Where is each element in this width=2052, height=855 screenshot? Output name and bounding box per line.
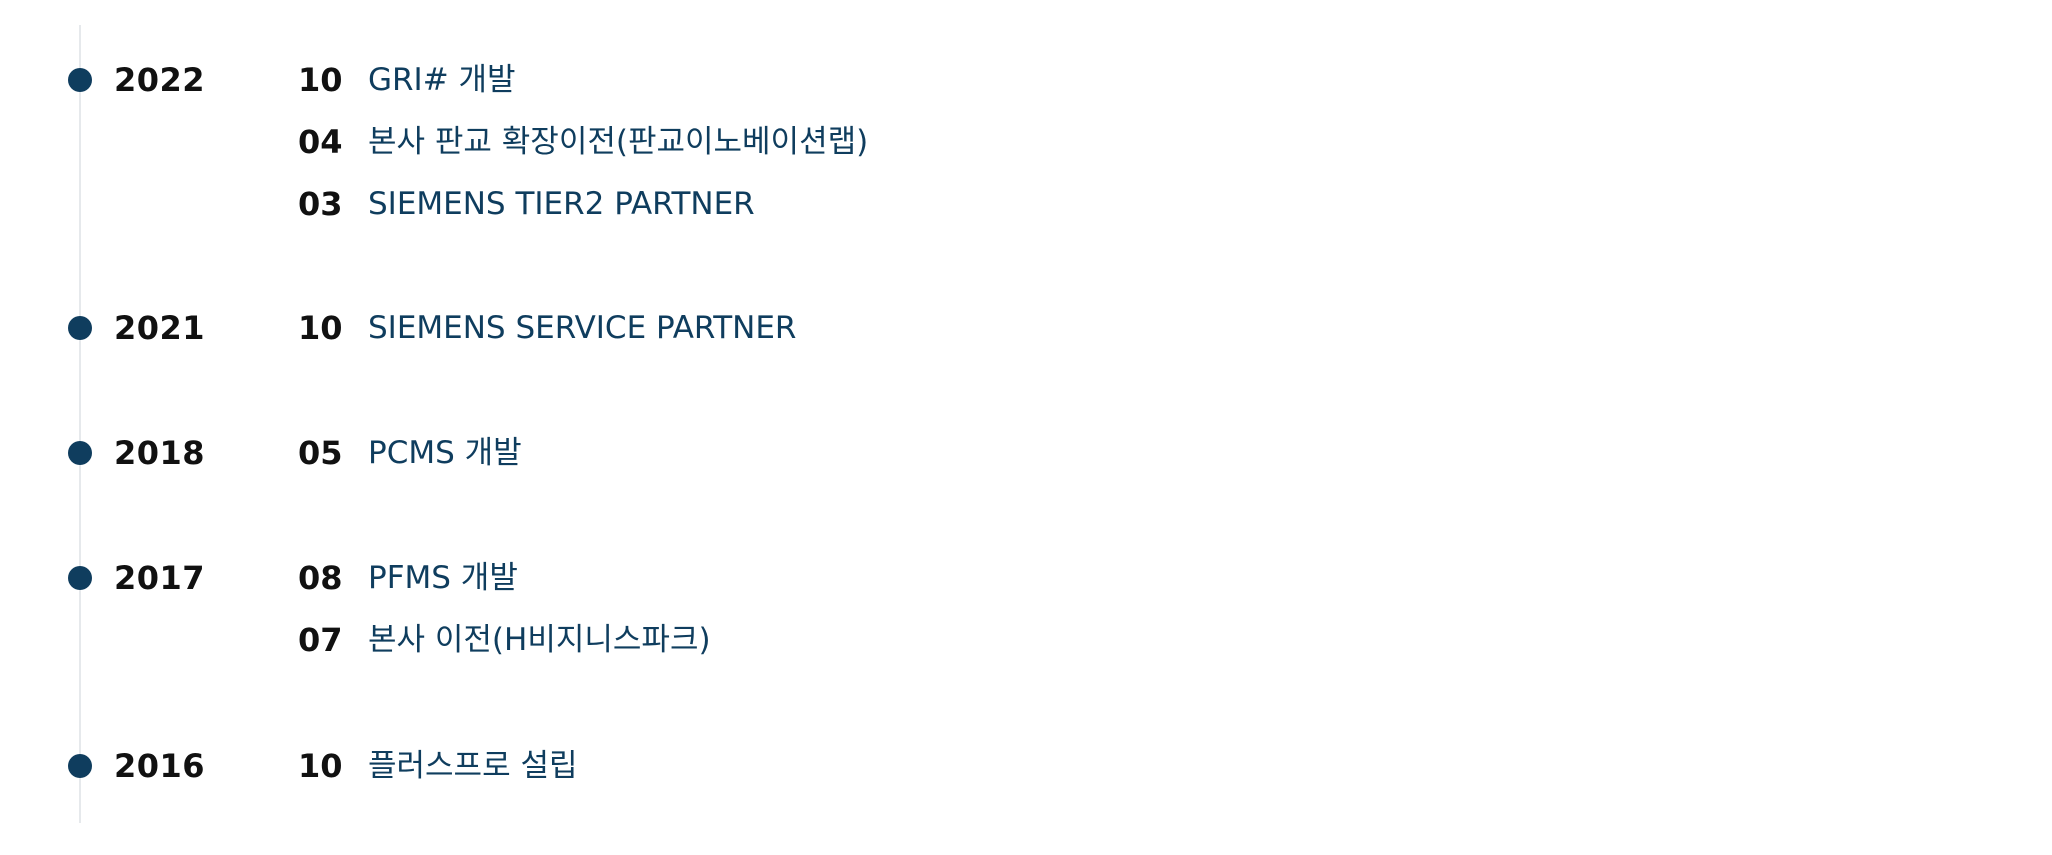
timeline-dot	[68, 68, 92, 92]
timeline-line	[79, 25, 81, 823]
event-text: GRI# 개발	[368, 62, 516, 98]
timeline-dot	[68, 441, 92, 465]
event-text: 플러스프로 설립	[368, 748, 578, 784]
event-month: 03	[298, 185, 343, 223]
timeline-dot	[68, 754, 92, 778]
year-label: 2017	[114, 559, 206, 597]
event-text: PFMS 개발	[368, 560, 518, 596]
event-month: 04	[298, 123, 343, 161]
year-label: 2022	[114, 61, 206, 99]
event-text: SIEMENS TIER2 PARTNER	[368, 186, 755, 222]
event-month: 10	[298, 309, 343, 347]
history-timeline: 2022 10 GRI# 개발 04 본사 판교 확장이전(판교이노베이션랩) …	[0, 0, 2052, 855]
event-month: 10	[298, 61, 343, 99]
year-label: 2021	[114, 309, 206, 347]
event-text: SIEMENS SERVICE PARTNER	[368, 310, 797, 346]
event-text: 본사 판교 확장이전(판교이노베이션랩)	[368, 124, 869, 160]
event-month: 05	[298, 434, 343, 472]
event-month: 10	[298, 747, 343, 785]
event-month: 08	[298, 559, 343, 597]
year-label: 2016	[114, 747, 206, 785]
event-text: PCMS 개발	[368, 435, 522, 471]
timeline-dot	[68, 316, 92, 340]
timeline-dot	[68, 566, 92, 590]
event-month: 07	[298, 621, 343, 659]
event-text: 본사 이전(H비지니스파크)	[368, 622, 711, 658]
year-label: 2018	[114, 434, 206, 472]
